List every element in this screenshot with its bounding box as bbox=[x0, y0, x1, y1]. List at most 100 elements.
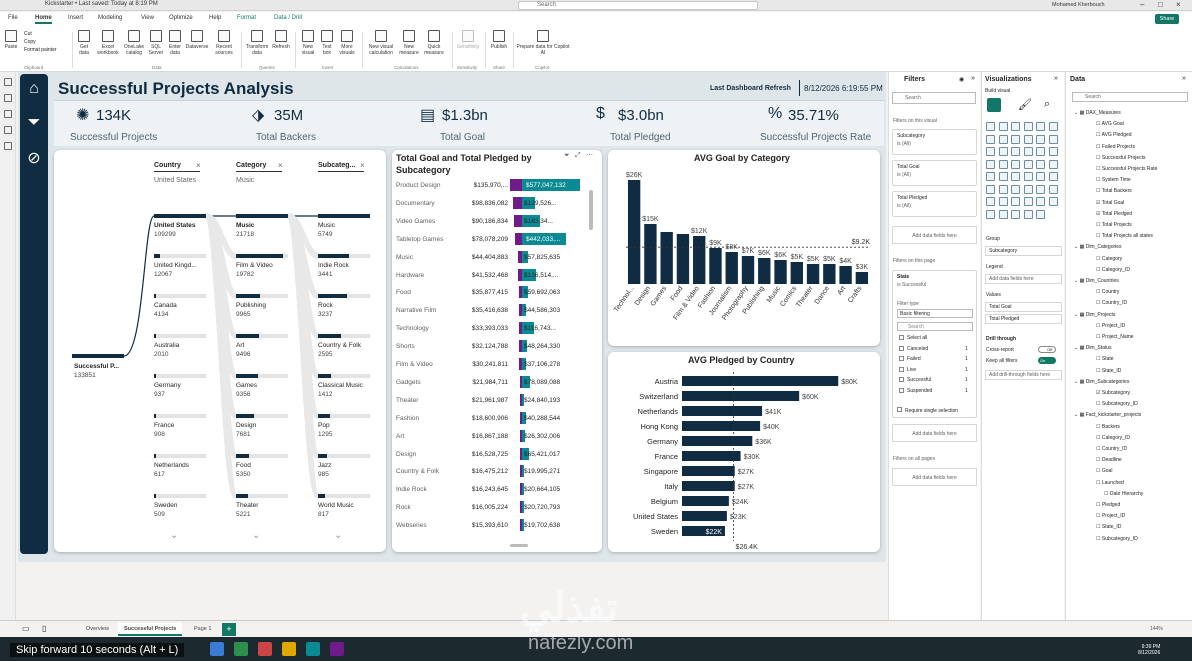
table-row[interactable]: Webseries $15,393,610 $19,702,638 bbox=[396, 518, 601, 534]
filters-search-input[interactable]: Search bbox=[892, 92, 976, 104]
field-node[interactable]: ☐ Project_ID bbox=[1096, 323, 1125, 329]
visual-type-icon[interactable] bbox=[998, 184, 1008, 194]
page-tab-page-1[interactable]: Page 1 bbox=[188, 623, 217, 636]
filter-card-state[interactable]: State is Successful Filter type Basic fi… bbox=[892, 270, 977, 418]
values-well-field[interactable]: Total Pledged bbox=[985, 314, 1062, 324]
visual-type-icon[interactable] bbox=[1023, 184, 1033, 194]
tab-modeling[interactable]: Modeling bbox=[98, 15, 122, 21]
bar[interactable] bbox=[855, 272, 869, 284]
visual-type-icon[interactable] bbox=[1036, 122, 1045, 131]
publish-button[interactable]: Publish bbox=[488, 30, 510, 50]
visual-type-icon[interactable] bbox=[986, 134, 995, 144]
field-node[interactable]: ☐ Date Hierarchy bbox=[1104, 491, 1143, 497]
table-row[interactable]: Gadgets $21,984,711 $78,089,088 bbox=[396, 375, 601, 391]
minimize-icon[interactable]: – bbox=[1140, 0, 1144, 9]
state-option[interactable]: Canceled 1 bbox=[899, 346, 968, 352]
kpi-card[interactable]: ▤ $1.3bn Total Goal bbox=[418, 101, 528, 147]
bar[interactable] bbox=[682, 451, 741, 461]
visual-type-icon[interactable] bbox=[1023, 159, 1033, 169]
visual-type-icon[interactable] bbox=[1036, 159, 1045, 169]
state-search-input[interactable]: Search bbox=[897, 322, 973, 331]
bar[interactable] bbox=[682, 496, 729, 506]
visual-type-icon[interactable] bbox=[986, 209, 995, 219]
visual-type-icon[interactable] bbox=[1011, 172, 1020, 181]
taskbar-app-icon[interactable] bbox=[258, 642, 272, 656]
filter-icon[interactable]: ⏷ bbox=[23, 112, 45, 134]
field-node[interactable]: ☐ Category_ID bbox=[1096, 435, 1130, 441]
decomposition-tree[interactable]: Successful P... 133851 Country × United Stat… bbox=[54, 150, 386, 552]
eye-icon[interactable]: ◉ bbox=[959, 76, 964, 83]
table-row[interactable]: Art $16,867,188 $26,302,006 bbox=[396, 429, 601, 445]
state-option[interactable]: Successful 1 bbox=[899, 377, 968, 383]
field-node[interactable]: ☐ Subcategory_ID bbox=[1096, 401, 1138, 407]
node-bar[interactable] bbox=[154, 374, 156, 378]
user-name[interactable]: Mohamed Kherbouch bbox=[1052, 2, 1105, 8]
model-view-icon[interactable] bbox=[4, 110, 12, 118]
node-bar[interactable] bbox=[154, 214, 206, 218]
field-node[interactable]: ☐ Project_ID bbox=[1096, 513, 1125, 519]
expand-down-icon[interactable]: ⌄ bbox=[252, 530, 260, 541]
node-bar[interactable] bbox=[236, 334, 259, 338]
visual-type-icon[interactable] bbox=[1011, 197, 1020, 206]
field-node[interactable]: ☐ State_ID bbox=[1096, 368, 1121, 374]
bar[interactable] bbox=[682, 406, 763, 416]
filter-icon[interactable]: ⏷ bbox=[564, 152, 570, 160]
page-tab-overview[interactable]: Overview bbox=[80, 623, 115, 636]
bar[interactable] bbox=[709, 248, 722, 284]
visual-type-icon[interactable] bbox=[986, 122, 995, 131]
onelake-catalog-button[interactable]: OneLake catalog bbox=[122, 30, 146, 56]
taskbar-app-icon[interactable] bbox=[282, 642, 296, 656]
visual-type-icon[interactable] bbox=[1036, 172, 1045, 181]
visual-type-icon[interactable] bbox=[1048, 197, 1058, 206]
table-icon[interactable]: ⌄ ▦ bbox=[1074, 278, 1086, 284]
visual-type-icon[interactable] bbox=[1023, 197, 1033, 206]
tab-file[interactable]: File bbox=[8, 15, 18, 21]
visual-type-icon[interactable] bbox=[1036, 197, 1045, 206]
taskbar-app-icon[interactable] bbox=[330, 642, 344, 656]
cut-button[interactable]: Cut bbox=[24, 30, 57, 38]
tab-home[interactable]: Home bbox=[35, 15, 52, 24]
node-bar[interactable] bbox=[236, 494, 249, 498]
remove-level-icon[interactable]: × bbox=[278, 161, 283, 170]
table-icon[interactable]: ⌄ ▦ bbox=[1074, 110, 1086, 116]
analytics-icon[interactable]: ⌕ bbox=[1044, 98, 1050, 111]
quick-measure-button[interactable]: Quick measure bbox=[422, 30, 446, 56]
format-visual-icon[interactable]: 🖌 bbox=[1018, 98, 1032, 111]
field-node[interactable]: ☐ Deadline bbox=[1096, 457, 1122, 463]
table-icon[interactable]: ⌄ ▦ bbox=[1074, 345, 1086, 351]
focus-mode-icon[interactable]: ⤢ bbox=[575, 152, 581, 160]
collapse-icon[interactable]: » bbox=[1182, 75, 1186, 82]
node-bar[interactable] bbox=[236, 414, 255, 418]
field-node[interactable]: ☐ Failed Projects bbox=[1096, 144, 1135, 150]
table-node[interactable]: ⌄ ▦ Dim_Subcategories bbox=[1074, 379, 1129, 385]
transform-data-button[interactable]: Transform data bbox=[245, 30, 269, 56]
expand-down-icon[interactable]: ⌄ bbox=[170, 530, 178, 541]
field-node[interactable]: ☐ Pledged bbox=[1096, 502, 1120, 508]
filter-card-subcategory[interactable]: Subcategory is (All) bbox=[892, 129, 977, 155]
kpi-card[interactable]: ⬗ 35M Total Backers bbox=[252, 101, 362, 147]
node-bar[interactable] bbox=[236, 374, 259, 378]
close-icon[interactable]: × bbox=[1176, 0, 1181, 9]
state-option[interactable]: Suspended 1 bbox=[899, 388, 968, 394]
field-node[interactable]: ☑ Total Goal bbox=[1096, 200, 1124, 206]
visual-type-icon[interactable] bbox=[998, 209, 1008, 219]
sensitivity-button[interactable]: Sensitivity bbox=[455, 30, 481, 50]
field-node[interactable]: ☐ AVG Pledged bbox=[1096, 132, 1132, 138]
state-option[interactable]: Live 1 bbox=[899, 367, 968, 373]
dax-query-view-icon[interactable] bbox=[4, 126, 12, 134]
field-node[interactable]: ☑ Subcategory bbox=[1096, 390, 1130, 396]
avg-goal-chart[interactable]: AVG Goal by Category $26K Technol... $15K D… bbox=[608, 150, 880, 346]
new-visual-button[interactable]: New visual bbox=[299, 30, 317, 56]
visual-type-icon[interactable] bbox=[986, 172, 995, 181]
node-bar[interactable] bbox=[318, 454, 327, 458]
add-page-filter-well[interactable]: Add data fields here bbox=[892, 424, 977, 442]
bar[interactable] bbox=[823, 264, 836, 284]
table-row[interactable]: Documentary $98,836,082 $129,526... bbox=[396, 196, 601, 212]
taskbar-app-icon[interactable] bbox=[234, 642, 248, 656]
maximize-icon[interactable]: □ bbox=[1158, 0, 1163, 9]
table-row[interactable]: Technology $33,393,033 $116,743... bbox=[396, 321, 601, 337]
share-button[interactable]: Share bbox=[1155, 14, 1179, 24]
bar[interactable] bbox=[693, 236, 706, 284]
table-icon[interactable]: ⌄ ▦ bbox=[1074, 412, 1086, 418]
root-bar[interactable] bbox=[72, 354, 124, 358]
